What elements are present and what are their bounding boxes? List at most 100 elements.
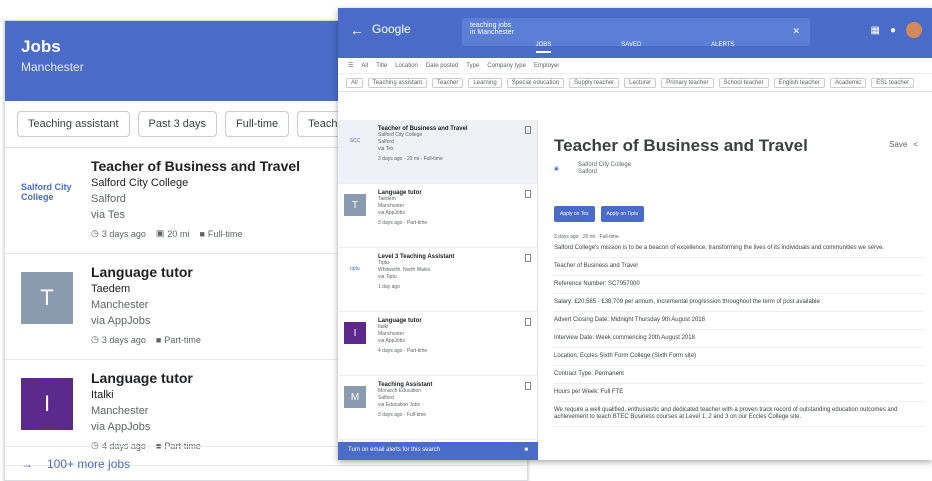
employer-avatar: T — [21, 272, 73, 324]
filter-company-type[interactable]: Company type — [487, 63, 526, 69]
clock-icon: ◷ — [91, 334, 99, 344]
filter-location[interactable]: Location — [395, 63, 418, 69]
job-detail-panel: Teacher of Business and Travel Save < ▣ … — [554, 120, 924, 460]
job-location: Manchester — [378, 331, 405, 337]
job-source: via AppJobs — [378, 210, 405, 216]
job-location: Salford — [378, 395, 394, 401]
bookmark-icon[interactable] — [525, 382, 531, 390]
description-line: Salford College's mission is to be a bea… — [554, 240, 924, 258]
filter-icon[interactable]: ☰ — [348, 62, 353, 69]
job-meta: 3 days ago · 20 mi · Full-time — [378, 156, 443, 162]
detail-location: Salford — [578, 169, 598, 175]
filter-row-primary: ☰ All Title Location Date posted Type Co… — [338, 58, 932, 74]
category-chip[interactable]: Primary teacher — [661, 77, 714, 88]
bookmark-icon[interactable] — [525, 318, 531, 326]
type-text: Full-time — [207, 228, 243, 239]
posted-text: 3 days ago — [101, 228, 146, 239]
clock-icon: ◷ — [91, 228, 99, 238]
posted-text: 3 days ago — [101, 334, 146, 345]
share-icon[interactable]: < — [913, 140, 918, 149]
tab-jobs[interactable]: JOBS — [535, 42, 552, 53]
google-logo[interactable]: Google — [372, 22, 411, 36]
job-result-row[interactable]: T Language tutor Taedem Manchester via A… — [338, 184, 537, 248]
job-source: via Tes — [378, 146, 394, 152]
job-location: Whitworth, North Wales — [378, 267, 431, 273]
email-alerts-bar[interactable]: Turn on email alerts for this search ■ — [338, 442, 538, 460]
category-chip[interactable]: English teacher — [773, 77, 825, 88]
type-text: Part-time — [164, 334, 201, 345]
job-result-row[interactable]: tiptu Level 3 Teaching Assistant Tiptu W… — [338, 248, 537, 312]
filter-type[interactable]: Type — [466, 63, 479, 69]
employer-logo: tiptu — [344, 258, 366, 280]
job-employer: Tiptu — [378, 260, 389, 266]
logo-label: tiptu — [350, 266, 360, 272]
logo-label: SCC — [349, 138, 361, 144]
notifications-icon[interactable]: ● — [890, 25, 896, 36]
logo-label: Salford City College — [21, 182, 72, 202]
apps-grid-icon[interactable]: ▦ — [871, 25, 880, 36]
description-line: Location: Eccles Sixth Form College (Six… — [554, 348, 924, 366]
apply-on-tiptu-button[interactable]: Apply on Tiptu — [600, 206, 645, 222]
description-line: Teacher of Business and Travel — [554, 258, 924, 276]
email-alerts-text: Turn on email alerts for this search — [348, 447, 441, 453]
filter-all[interactable]: All — [361, 63, 368, 69]
tab-alerts[interactable]: ALERTS — [711, 42, 734, 53]
description-line: Hours per Week: Full FTE — [554, 384, 924, 402]
job-result-row[interactable]: M Teaching Assistant Monarch Education S… — [338, 376, 537, 440]
clear-search-icon[interactable]: ✕ — [792, 26, 800, 37]
filter-title[interactable]: Title — [376, 63, 387, 69]
employer-avatar: T — [344, 194, 366, 216]
apply-buttons: Apply on Tes Apply on Tiptu — [554, 206, 924, 222]
job-result-row[interactable]: SCC Teacher of Business and Travel Salfo… — [338, 120, 537, 184]
category-chip[interactable]: Teaching assistant — [367, 77, 428, 88]
detail-job-title: Teacher of Business and Travel — [554, 136, 808, 155]
job-employer: Taedem — [378, 196, 396, 202]
account-icons: ▦ ● — [871, 22, 922, 38]
employer-logo: Salford City College — [21, 166, 73, 218]
detail-employer: Salford City College — [578, 162, 632, 168]
job-meta: 3 days ago · Part-time — [378, 220, 428, 226]
tab-saved[interactable]: SAVED — [621, 42, 641, 53]
save-button[interactable]: Save — [889, 140, 907, 149]
employer-avatar: I — [344, 322, 366, 344]
category-chip[interactable]: Academic — [829, 77, 867, 88]
employer-avatar: M — [344, 386, 366, 408]
posted-meta: ◷ 3 days ago — [91, 334, 146, 345]
category-chip[interactable]: Teacher — [432, 77, 464, 88]
back-arrow-icon[interactable]: ← — [350, 22, 364, 38]
job-source: via AppJobs — [378, 338, 405, 344]
bookmark-icon[interactable] — [525, 126, 531, 134]
apply-on-tes-button[interactable]: Apply on Tes — [554, 206, 595, 222]
category-chip[interactable]: Supply teacher — [569, 77, 620, 88]
distance-text: 20 mi — [167, 228, 190, 239]
desktop-jobs-window: ← Google teaching jobs in Manchester ✕ ▦… — [338, 8, 932, 460]
category-chip[interactable]: Learning — [468, 77, 502, 88]
category-chip[interactable]: ESL teacher — [871, 77, 915, 88]
description-line: Salary: £20,585 - £38,709 per annum, inc… — [554, 294, 924, 312]
job-results-list: SCC Teacher of Business and Travel Salfo… — [338, 120, 538, 442]
category-chip[interactable]: Lecturer — [624, 77, 657, 88]
avatar[interactable] — [906, 22, 922, 38]
bookmark-icon[interactable] — [525, 254, 531, 262]
chip-teaching-assistant[interactable]: Teaching assistant — [17, 111, 130, 137]
job-meta: 1 day ago — [378, 284, 400, 290]
job-result-row[interactable]: I Language tutor Italki Manchester via A… — [338, 312, 537, 376]
category-chip[interactable]: All — [346, 77, 363, 88]
jobs-tabs: JOBS SAVED ALERTS — [338, 42, 932, 53]
filter-employer[interactable]: Employer — [534, 63, 559, 69]
category-chip[interactable]: School teacher — [718, 77, 769, 88]
toggle-icon[interactable]: ■ — [524, 447, 528, 455]
chip-past-3-days[interactable]: Past 3 days — [137, 111, 217, 137]
job-location: Salford — [378, 139, 394, 145]
job-employer: Monarch Education — [378, 388, 422, 394]
category-chip[interactable]: Special education — [506, 77, 565, 88]
filter-date-posted[interactable]: Date posted — [426, 63, 458, 69]
job-employer: Italki — [378, 324, 389, 330]
employer-avatar: I — [21, 378, 73, 430]
chip-full-time[interactable]: Full-time — [224, 111, 290, 137]
type-meta: ■ Full-time — [199, 228, 242, 239]
description-line: Contract Type: Permanent — [554, 366, 924, 384]
bookmark-icon[interactable] — [525, 190, 531, 198]
search-subtext: in Manchester — [470, 29, 514, 36]
job-employer: Salford City College — [378, 132, 423, 138]
